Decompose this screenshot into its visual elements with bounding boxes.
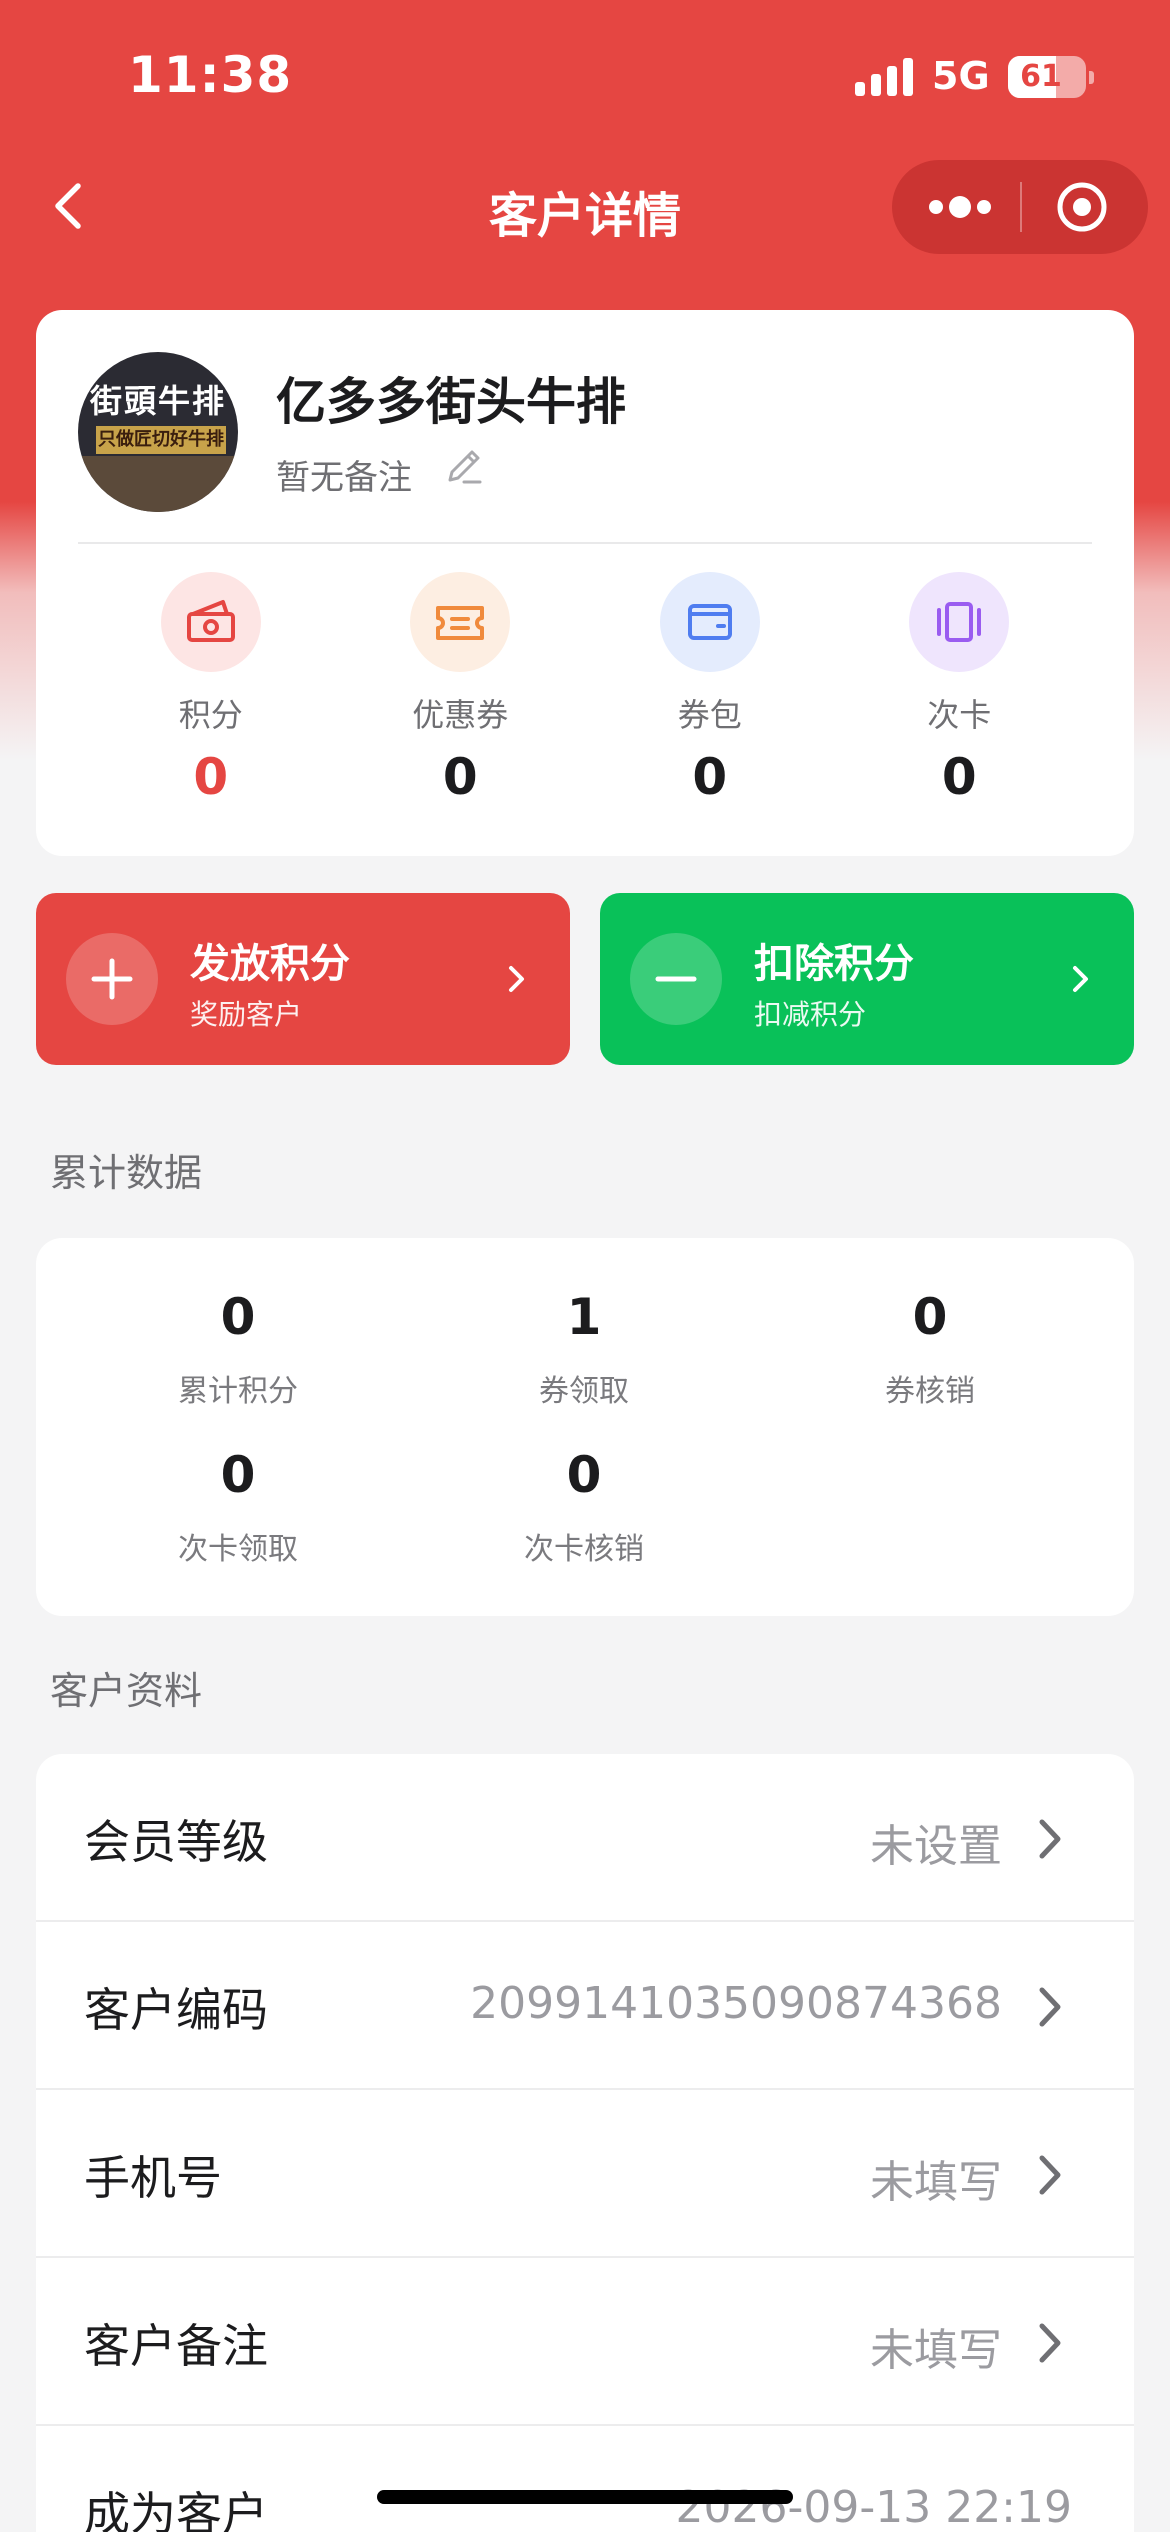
battery-tip [1089,71,1094,84]
cumulative-value: 0 [220,1288,256,1346]
stat-label: 积分 [178,696,243,734]
cumulative-value: 0 [912,1288,948,1346]
deduct-points-subtitle: 扣减积分 [754,998,867,1031]
more-button[interactable] [892,160,1020,254]
plus-icon [66,933,158,1025]
cumulative-card-redeemed: 0 次卡核销 [434,1446,734,1568]
cumulative-value: 1 [566,1288,602,1346]
stat-punch-card[interactable]: 次卡 0 [859,572,1059,832]
network-type: 5G [932,54,990,98]
avatar-sub-text: 只做匠切好牛排 [96,426,226,454]
stat-label: 券包 [677,696,742,734]
section-title-profile: 客户资料 [50,1669,203,1713]
info-key: 客户备注 [84,2319,268,2373]
stat-label: 次卡 [927,696,992,734]
chevron-right-icon [509,966,524,992]
grant-points-title: 发放积分 [190,941,350,987]
customer-detail-page: 11:38 5G 61 客户详情 街頭牛排 只做匠切好牛排 亿多多街头牛排 暂无… [0,0,1170,2532]
points-icon [160,572,261,672]
home-indicator[interactable] [377,2490,793,2504]
cumulative-label: 券领取 [539,1374,629,1409]
stat-points[interactable]: 积分 0 [111,572,311,832]
cumulative-label: 累计积分 [178,1374,298,1409]
wallet-icon [659,572,760,672]
asset-stats: 积分 0 优惠券 0 券包 0 次卡 0 [36,572,1134,832]
cumulative-card-claimed: 0 次卡领取 [88,1446,388,1568]
info-value: 2099141035090874368 [470,1978,1002,2029]
info-row-member-level[interactable]: 会员等级 未设置 [36,1754,1134,1922]
stat-coupon-wallet[interactable]: 券包 0 [610,572,810,832]
target-close-icon [1057,182,1107,232]
status-time: 11:38 [128,46,293,104]
customer-name: 亿多多街头牛排 [276,373,626,431]
cumulative-value: 0 [566,1446,602,1504]
info-row-remark[interactable]: 客户备注 未填写 [36,2258,1134,2426]
info-value: 未设置 [870,1821,1002,1872]
miniprogram-capsule [892,160,1148,254]
info-key: 客户编码 [84,1983,268,2037]
more-dots-icon [929,196,991,218]
deduct-points-button[interactable]: 扣除积分 扣减积分 [600,893,1134,1065]
close-miniprogram-button[interactable] [1022,160,1148,254]
minus-icon [630,933,722,1025]
stat-value: 0 [692,748,728,806]
info-value: 未填写 [870,2157,1002,2208]
chevron-right-icon [1039,2155,1061,2195]
cumulative-coupon-claimed: 1 券领取 [434,1288,734,1410]
card-icon [909,572,1010,672]
customer-info-list: 会员等级 未设置 客户编码 2099141035090874368 手机号 未填… [36,1754,1134,2532]
stat-value: 0 [941,748,977,806]
profile-card: 街頭牛排 只做匠切好牛排 亿多多街头牛排 暂无备注 积分 0 优惠券 0 券包 … [36,310,1134,856]
section-title-cumulative: 累计数据 [50,1151,203,1195]
customer-remark: 暂无备注 [276,458,412,498]
pencil-icon [448,450,482,484]
cumulative-coupon-redeemed: 0 券核销 [780,1288,1080,1410]
chevron-right-icon [1039,1987,1061,2027]
avatar-sign-text: 街頭牛排 [89,382,226,420]
cumulative-card: 0 累计积分 1 券领取 0 券核销 0 次卡领取 0 次卡核销 [36,1238,1134,1616]
info-row-customer-since: 成为客户 2026-09-13 22:19 [36,2426,1134,2532]
profile-divider [78,542,1092,544]
cumulative-value: 0 [220,1446,256,1504]
stat-label: 优惠券 [412,696,509,734]
signal-icon [855,58,915,96]
info-row-phone[interactable]: 手机号 未填写 [36,2090,1134,2258]
info-row-customer-code[interactable]: 客户编码 2099141035090874368 [36,1922,1134,2090]
status-bar: 11:38 5G 61 [0,0,1170,150]
cumulative-label: 次卡核销 [524,1532,644,1567]
cumulative-points: 0 累计积分 [88,1288,388,1410]
deduct-points-title: 扣除积分 [754,941,914,987]
coupon-icon [410,572,511,672]
battery-icon: 61 [1008,56,1086,98]
chevron-right-icon [1073,966,1088,992]
cumulative-label: 券核销 [885,1374,975,1409]
info-key: 手机号 [84,2151,222,2205]
grant-points-button[interactable]: 发放积分 奖励客户 [36,893,570,1065]
chevron-right-icon [1039,1819,1061,1859]
cumulative-label: 次卡领取 [178,1532,298,1567]
info-key: 会员等级 [84,1815,268,1869]
chevron-right-icon [1039,2323,1061,2363]
stat-value: 0 [442,748,478,806]
grant-points-subtitle: 奖励客户 [190,998,303,1031]
avatar-storefront [78,456,238,512]
stat-coupons[interactable]: 优惠券 0 [360,572,560,832]
stat-value: 0 [193,748,229,806]
info-key: 成为客户 [84,2487,268,2532]
info-value: 未填写 [870,2325,1002,2376]
edit-remark-icon[interactable] [440,442,488,490]
avatar[interactable]: 街頭牛排 只做匠切好牛排 [78,352,238,512]
battery-level: 61 [1020,59,1062,94]
